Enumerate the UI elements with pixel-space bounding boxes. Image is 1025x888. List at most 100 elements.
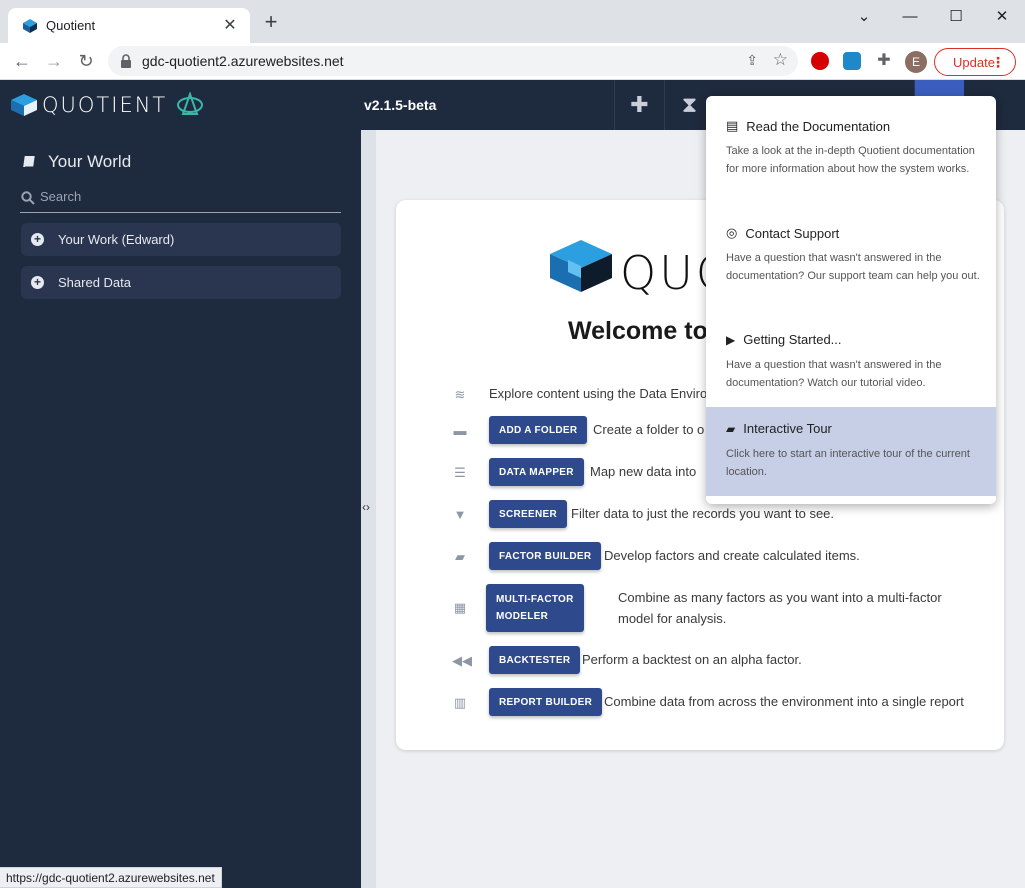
report-builder-button[interactable]: REPORT BUILDER [489,688,603,716]
button-line: MULTI-FACTOR [496,594,574,605]
sidebar-resize-handle[interactable]: ‹› [361,130,376,888]
feature-text: Combine as many factors as you want into… [618,590,942,605]
bar-chart-icon: ▥ [453,695,467,710]
search-icon [21,191,35,205]
browser-toolbar: ← → ↻ gdc-quotient2.azurewebsites.net ⇪ … [0,43,1025,80]
sidebar-item-shared-data[interactable]: + Shared Data [21,266,341,299]
menu-item-description: Take a look at the in-depth Quotient doc… [726,145,975,175]
button-line: MODELER [496,611,549,622]
extensions-puzzle-icon[interactable]: ✚ [875,52,893,70]
collapse-arrows-icon: ‹› [362,500,370,514]
feature-text: Create a folder to o [593,422,705,437]
lock-icon [121,54,131,68]
logo-text: QUOTIENT [42,93,168,117]
play-icon: ▶ [726,332,736,347]
menu-item-contact-support[interactable]: ◎ Contact Support Have a question that w… [706,204,996,312]
screener-button[interactable]: SCREENER [489,500,567,528]
menu-item-label: Read the Documentation [746,118,891,134]
share-icon[interactable]: ⇪ [746,52,758,69]
sidebar-search-input[interactable]: Search [20,186,341,213]
rewind-icon: ◀◀ [452,653,472,668]
feature-row-multi-factor-modeler: ▦ MULTI-FACTOR MODELER Combine as many f… [396,584,1004,634]
new-tab-icon[interactable]: + [260,11,282,33]
sidebar-item-your-work[interactable]: + Your Work (Edward) [21,223,341,256]
browser-tab[interactable]: Quotient ✕ [8,8,250,43]
window-close-icon[interactable]: ✕ [979,0,1025,32]
partner-logo-icon [177,92,204,115]
profile-avatar[interactable]: E [905,51,927,73]
search-placeholder: Search [40,189,82,204]
feature-row-factor-builder: ▰ FACTOR BUILDER Develop factors and cre… [396,542,1004,572]
feature-text: Combine data from across the environment… [604,694,964,709]
hourglass-icon: ⧗ [681,92,698,117]
address-bar[interactable]: gdc-quotient2.azurewebsites.net ⇪ ☆ [108,46,798,76]
window-controls: ⌄ — ☐ ✕ [841,0,1025,32]
menu-item-title: ▤ Read the Documentation [726,118,890,134]
document-icon: ▤ [726,118,739,133]
quotient-logo[interactable]: QUOTIENT [10,92,205,118]
sidebar-item-label: Your Work (Edward) [58,232,175,247]
database-icon: ≋ [454,387,466,402]
book-icon: ▰ [726,421,736,436]
maximize-icon[interactable]: ☐ [933,0,979,32]
sidebar-title-text: Your World [48,152,132,171]
sidebar-title: Your World [22,152,131,172]
feature-row-report-builder: ▥ REPORT BUILDER Combine data from acros… [396,688,1004,718]
add-folder-button[interactable]: ADD A FOLDER [489,416,588,444]
more-menu-icon: ⋮ [991,54,1005,70]
menu-item-title: ◎ Contact Support [726,225,839,241]
menu-item-label: Contact Support [745,225,840,241]
ublock-extension-icon[interactable] [811,52,829,70]
data-mapper-button[interactable]: DATA MAPPER [489,458,584,486]
menu-item-description: Have a question that wasn't answered in … [726,359,942,389]
menu-item-label: Getting Started... [743,332,842,347]
book-icon [23,156,35,168]
book-icon: ▰ [455,549,465,564]
bookmark-star-icon[interactable]: ☆ [773,50,788,70]
minimize-icon[interactable]: — [887,0,933,32]
forward-icon[interactable]: → [42,49,66,73]
feature-row-screener: ▼ SCREENER Filter data to just the recor… [396,500,1004,530]
version-label: v2.1.5-beta [364,97,437,113]
menu-item-title: ▶ Getting Started... [726,332,842,347]
menu-item-title: ▰ Interactive Tour [726,421,832,436]
sidebar: Your World Search + Your Work (Edward) +… [0,130,361,888]
help-dropdown-menu: ▤ Read the Documentation Take a look at … [706,96,996,504]
feature-text: Map new data into [590,464,697,479]
menu-item-getting-started[interactable]: ▶ Getting Started... Have a question tha… [706,312,996,407]
feature-text: Filter data to just the records you want… [571,506,835,521]
add-button[interactable]: ✚ [614,80,664,130]
quotient-large-cube-icon [550,240,612,292]
backtester-button[interactable]: BACKTESTER [489,646,581,674]
sidebar-item-label: Shared Data [58,275,131,290]
back-icon[interactable]: ← [10,49,34,73]
quotient-favicon-icon [23,19,37,33]
multi-factor-modeler-button[interactable]: MULTI-FACTOR MODELER [486,584,584,632]
url-text: gdc-quotient2.azurewebsites.net [142,53,344,69]
expand-plus-icon: + [31,233,44,246]
menu-item-documentation[interactable]: ▤ Read the Documentation Take a look at … [706,96,996,204]
expand-plus-icon: + [31,276,44,289]
plus-icon: ✚ [630,92,649,117]
factor-builder-button[interactable]: FACTOR BUILDER [489,542,602,570]
tab-search-icon[interactable]: ⌄ [841,0,887,32]
menu-item-label: Interactive Tour [743,421,832,436]
feature-text: Develop factors and create calculated it… [604,548,860,563]
menu-item-description: Have a question that wasn't answered in … [726,252,980,282]
quotient-cube-icon [11,94,37,116]
feature-text: model for analysis. [618,611,727,626]
reload-icon[interactable]: ↻ [74,49,98,73]
explore-text: Explore content using the Data Enviro [489,386,708,401]
tab-close-icon[interactable]: ✕ [220,15,240,35]
list-icon: ☰ [454,465,466,480]
menu-item-description: Click here to start an interactive tour … [726,448,970,478]
reader-extension-icon[interactable] [843,52,861,70]
tab-title: Quotient [46,18,96,33]
update-label: Update [953,54,995,70]
calculator-icon: ▦ [453,600,467,615]
feature-text: Perform a backtest on an alpha factor. [582,652,802,667]
folder-icon: ▬ [453,423,467,438]
lifebuoy-icon: ◎ [726,225,738,240]
menu-item-interactive-tour[interactable]: ▰ Interactive Tour Click here to start a… [706,407,996,496]
update-button[interactable]: Update ⋮ [934,48,1016,76]
